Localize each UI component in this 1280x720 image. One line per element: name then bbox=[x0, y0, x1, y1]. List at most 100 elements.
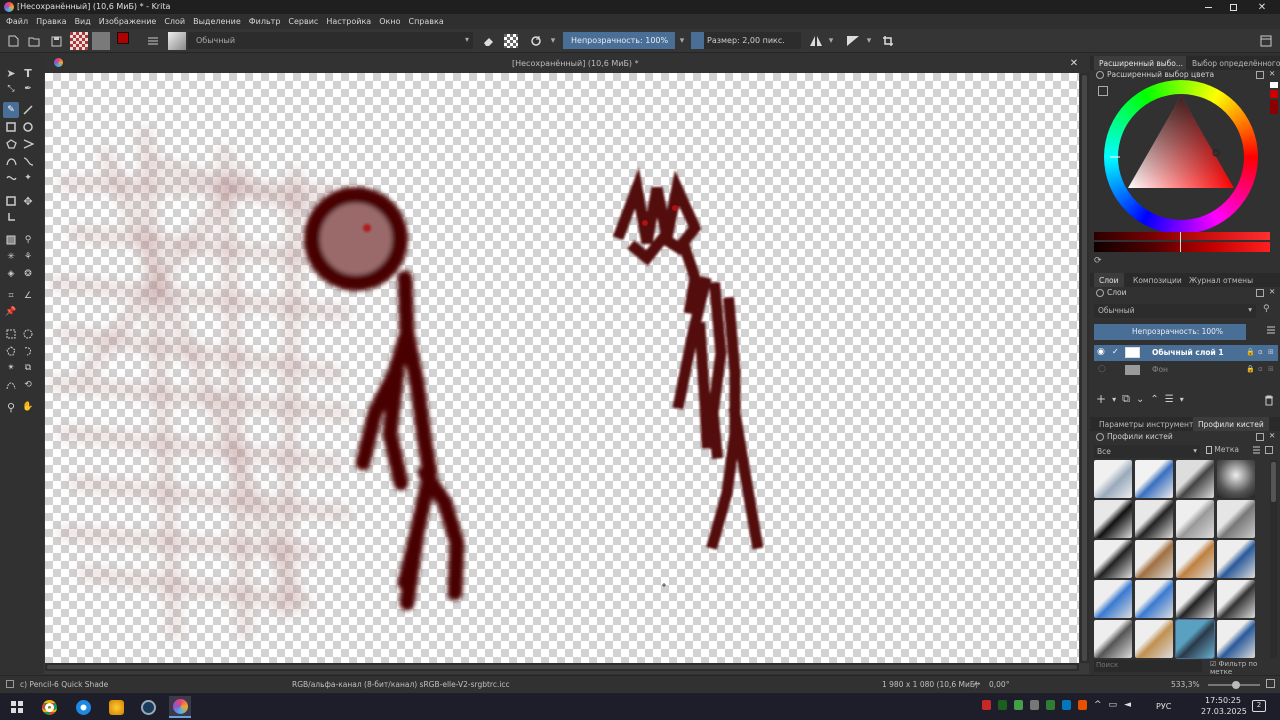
measure-tool-icon[interactable]: ∠ bbox=[21, 289, 35, 303]
rectangle-tool-icon[interactable] bbox=[4, 120, 18, 134]
brush-preset-selected[interactable] bbox=[1175, 619, 1215, 659]
mirror-horizontal-icon[interactable] bbox=[808, 33, 824, 49]
layer-lock-icon[interactable]: 🔒 bbox=[1246, 365, 1255, 373]
chevron-down-icon[interactable]: ▾ bbox=[1112, 395, 1116, 404]
crop-wrap-icon[interactable] bbox=[880, 33, 896, 49]
tab-specific-color-selector[interactable]: Выбор определённого... bbox=[1187, 56, 1280, 70]
brush-tag-select[interactable]: Все ▾ bbox=[1094, 445, 1200, 458]
chevron-down-icon[interactable]: ▾ bbox=[826, 33, 836, 49]
crop-tool-icon[interactable] bbox=[4, 194, 18, 208]
alpha-lock-icon[interactable]: α bbox=[1258, 365, 1263, 373]
layer-filter-icon[interactable]: ⚲ bbox=[1263, 304, 1270, 314]
chevron-down-icon[interactable]: ▾ bbox=[864, 33, 874, 49]
filter-by-tag-checkbox[interactable]: ☑ Фильтр по метке bbox=[1210, 660, 1280, 676]
save-icon[interactable] bbox=[48, 33, 64, 49]
tab-brush-presets[interactable]: Профили кистей bbox=[1193, 417, 1269, 431]
brush-preset-thumbnail[interactable] bbox=[168, 32, 186, 50]
brush-preset[interactable] bbox=[1094, 500, 1132, 538]
maximize-button[interactable] bbox=[1221, 0, 1245, 14]
menu-window[interactable]: Окно bbox=[379, 17, 400, 26]
alpha-lock-icon[interactable]: α bbox=[1258, 348, 1263, 356]
brush-preset[interactable] bbox=[1135, 460, 1173, 498]
color-picker-icon[interactable]: ⚲ bbox=[21, 233, 35, 247]
enclose-fill-icon[interactable]: ❂ bbox=[21, 267, 35, 281]
ellipse-select-icon[interactable] bbox=[21, 327, 35, 341]
chevron-down-icon[interactable]: ▾ bbox=[677, 33, 687, 49]
pan-tool-icon[interactable]: ✋ bbox=[21, 400, 35, 414]
dock-toggle-icon[interactable] bbox=[1258, 33, 1274, 49]
new-document-icon[interactable] bbox=[5, 33, 21, 49]
move-tool-icon[interactable]: ✥ bbox=[21, 194, 35, 208]
brush-preset[interactable] bbox=[1094, 620, 1132, 658]
bezier-tool-icon[interactable] bbox=[4, 154, 18, 168]
fill-tool-icon[interactable]: ◈ bbox=[4, 267, 18, 281]
move-layer-down-icon[interactable]: ⌄ bbox=[1136, 394, 1144, 405]
clock-time[interactable]: 17:50:25 bbox=[1205, 696, 1241, 705]
tray-app-icon[interactable] bbox=[1078, 700, 1087, 710]
mirror-vertical-icon[interactable] bbox=[845, 33, 861, 49]
visibility-eye-icon[interactable]: ◉ bbox=[1097, 347, 1105, 357]
close-window-button[interactable]: ✕ bbox=[1250, 0, 1274, 14]
clock-date[interactable]: 27.03.2025 bbox=[1201, 707, 1247, 716]
menu-help[interactable]: Справка bbox=[408, 17, 443, 26]
layer-row-paint[interactable]: ◉ ✓ Обычный слой 1 🔒 α ⊞ bbox=[1094, 345, 1278, 361]
close-dock-icon[interactable]: ✕ bbox=[1269, 431, 1275, 440]
network-icon[interactable]: ▭ bbox=[1109, 700, 1118, 710]
opacity-slider[interactable]: Непрозрачность: 100% bbox=[563, 32, 675, 49]
chrome-icon[interactable] bbox=[38, 696, 60, 718]
open-document-icon[interactable] bbox=[26, 33, 42, 49]
brush-preset[interactable] bbox=[1217, 580, 1255, 618]
color-shade-bar-2[interactable] bbox=[1094, 232, 1270, 252]
layer-inherit-icon[interactable]: ⊞ bbox=[1268, 365, 1274, 373]
tray-app-icon[interactable] bbox=[998, 700, 1007, 710]
layer-opacity-slider[interactable]: Непрозрачность: 100% bbox=[1094, 324, 1246, 340]
horizontal-scrollbar[interactable] bbox=[45, 663, 1079, 671]
menu-layer[interactable]: Слой bbox=[164, 17, 185, 26]
assistant-tool-icon[interactable]: ⌗ bbox=[4, 289, 18, 303]
brush-preset[interactable] bbox=[1176, 500, 1214, 538]
color-triangle[interactable] bbox=[1104, 80, 1258, 234]
menu-tools[interactable]: Сервис bbox=[288, 17, 318, 26]
eraser-mode-icon[interactable] bbox=[480, 33, 496, 49]
duplicate-layer-icon[interactable]: ⧉ bbox=[1122, 392, 1130, 406]
notification-icon[interactable]: 2 bbox=[1252, 700, 1266, 712]
brush-preset[interactable] bbox=[1176, 540, 1214, 578]
polygon-tool-icon[interactable] bbox=[4, 137, 18, 151]
calligraphy-icon[interactable]: ✒ bbox=[21, 82, 35, 96]
bezier-select-icon[interactable] bbox=[4, 378, 18, 392]
brush-preset[interactable] bbox=[1217, 460, 1255, 498]
input-language[interactable]: РУС bbox=[1156, 702, 1171, 711]
menu-edit[interactable]: Правка bbox=[36, 17, 66, 26]
brush-preset[interactable] bbox=[1217, 540, 1255, 578]
tray-app-icon[interactable] bbox=[1030, 700, 1039, 710]
preserve-alpha-icon[interactable] bbox=[504, 34, 518, 48]
tray-app-icon[interactable] bbox=[1062, 700, 1071, 710]
similar-select-icon[interactable]: ⧉ bbox=[21, 361, 35, 375]
layer-blend-mode-select[interactable]: Обычный ▾ bbox=[1094, 304, 1256, 318]
brush-search-input[interactable]: Поиск bbox=[1094, 660, 1202, 672]
color-shade-bar-1[interactable] bbox=[1094, 232, 1270, 240]
brush-preset[interactable] bbox=[1217, 500, 1255, 538]
contiguous-select-icon[interactable]: ✴ bbox=[4, 361, 18, 375]
menu-settings[interactable]: Настройка bbox=[326, 17, 371, 26]
brush-preset[interactable] bbox=[1176, 580, 1214, 618]
brush-preset[interactable] bbox=[1217, 620, 1255, 658]
menu-select[interactable]: Выделение bbox=[193, 17, 241, 26]
size-slider[interactable]: Размер: 2,00 пикс. bbox=[691, 32, 801, 49]
foreground-background-color[interactable] bbox=[117, 32, 137, 50]
tab-advanced-color-selector[interactable]: Расширенный выбо... bbox=[1094, 56, 1186, 70]
brush-preset[interactable] bbox=[1135, 620, 1173, 658]
dynamic-brush-icon[interactable] bbox=[4, 171, 18, 185]
drawing-canvas[interactable] bbox=[45, 73, 1079, 663]
reload-preset-icon[interactable] bbox=[528, 33, 544, 49]
steam-icon[interactable] bbox=[137, 696, 159, 718]
smart-patch-icon[interactable]: ⚘ bbox=[21, 250, 35, 264]
tray-app-icon[interactable] bbox=[1014, 700, 1023, 710]
color-selector-refresh-icon[interactable]: ⟳ bbox=[1094, 256, 1102, 266]
multibrush-icon[interactable]: ✦ bbox=[21, 171, 35, 185]
tray-app-icon[interactable] bbox=[982, 700, 991, 710]
gradient-tool-icon[interactable] bbox=[4, 233, 18, 247]
brush-tool-icon[interactable]: ✎ bbox=[3, 102, 19, 118]
tab-layers[interactable]: Слои bbox=[1094, 273, 1124, 287]
line-tool-icon[interactable] bbox=[21, 103, 35, 117]
